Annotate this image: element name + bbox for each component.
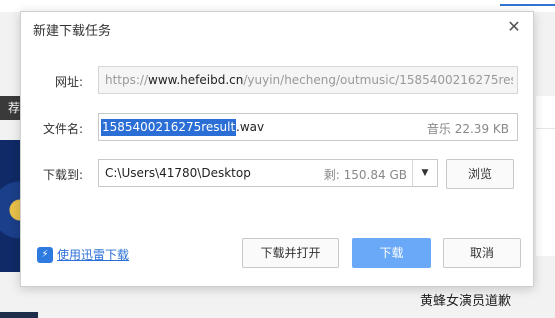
close-icon[interactable]: ✕	[505, 18, 523, 36]
url-domain: www.hefeibd.cn	[148, 73, 244, 87]
url-label: 网址:	[55, 75, 84, 89]
url-field[interactable]: https://www.hefeibd.cn/yuyin/hecheng/out…	[98, 66, 518, 94]
download-button[interactable]: 下载	[352, 238, 431, 268]
download-path-text: C:\Users\41780\Desktop	[105, 166, 251, 180]
cancel-button[interactable]: 取消	[443, 238, 521, 268]
browse-button[interactable]: 浏览	[446, 159, 514, 189]
download-and-open-button[interactable]: 下载并打开	[242, 238, 339, 268]
background-news-link[interactable]: 黄蜂女演员道歉	[420, 290, 511, 309]
file-type-size: 音乐 22.39 KB	[426, 122, 509, 136]
download-to-label: 下载到:	[43, 168, 84, 182]
url-path: /yuyin/hecheng/outmusic/1585400216275res…	[243, 73, 513, 87]
filename-selected-text: 1585400216275result	[101, 119, 237, 136]
use-thunder-label: 使用迅雷下载	[57, 248, 130, 262]
background-badge-image	[0, 140, 22, 272]
url-text: https://www.hefeibd.cn/yuyin/hecheng/out…	[105, 73, 513, 87]
background-accent-line	[500, 4, 555, 6]
filename-extension: .wav	[236, 120, 265, 134]
use-thunder-link[interactable]: ⚡ 使用迅雷下载	[37, 246, 129, 263]
background-divider	[536, 128, 555, 129]
free-space-text: 剩: 150.84 GB	[323, 168, 407, 182]
url-prefix: https://	[105, 73, 149, 87]
background-right-panel	[536, 96, 555, 256]
new-download-dialog: 新建下载任务 ✕ 网址: https://www.hefeibd.cn/yuyi…	[20, 11, 534, 287]
filename-input[interactable]: 1585400216275result .wav 音乐 22.39 KB	[98, 113, 518, 141]
thunder-icon: ⚡	[37, 246, 53, 263]
download-path-select[interactable]: C:\Users\41780\Desktop 剩: 150.84 GB ▼	[98, 159, 438, 187]
chevron-down-icon[interactable]: ▼	[412, 160, 437, 186]
background-bottom-strip	[0, 312, 38, 318]
filename-label: 文件名:	[43, 122, 84, 136]
dialog-title: 新建下载任务	[33, 24, 112, 39]
background-side-tag: 荐	[0, 96, 22, 120]
